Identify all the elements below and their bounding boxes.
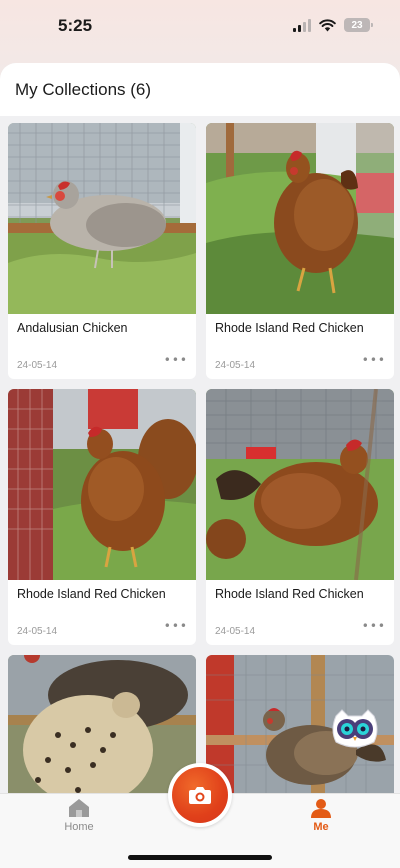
chicken-photo (206, 389, 394, 580)
more-options-button[interactable]: ••• (164, 619, 188, 633)
collection-card[interactable]: Rhode Island Red Chicken 24-05-14 ••• (206, 389, 394, 645)
collection-item-name: Rhode Island Red Chicken (215, 587, 364, 601)
user-icon (311, 799, 331, 818)
chicken-photo (8, 123, 196, 314)
collection-item-date: 24-05-14 (17, 626, 58, 637)
home-icon (69, 799, 89, 817)
status-time: 5:25 (58, 16, 93, 35)
collection-card[interactable]: Rhode Island Red Chicken 24-05-14 ••• (8, 389, 196, 645)
camera-icon (189, 787, 211, 804)
collection-item-date: 24-05-14 (215, 360, 256, 371)
owl-mascot-icon[interactable] (330, 708, 380, 750)
wifi-icon (319, 18, 336, 31)
more-options-button[interactable]: ••• (362, 619, 386, 633)
cellular-signal-icon (293, 18, 311, 32)
collection-item-name: Rhode Island Red Chicken (215, 321, 364, 335)
collection-grid: Andalusian Chicken 24-05-14 ••• Rhode Is… (8, 123, 394, 867)
chicken-photo (8, 389, 196, 580)
status-bar: 5:25 23 (0, 0, 400, 54)
camera-button[interactable] (168, 763, 232, 827)
collection-item-name: Andalusian Chicken (17, 321, 128, 335)
collection-item-date: 24-05-14 (17, 360, 58, 371)
camera-button-inner (172, 767, 228, 823)
tab-home[interactable]: Home (49, 798, 109, 833)
tab-home-label: Home (64, 821, 94, 833)
more-options-button[interactable]: ••• (164, 353, 188, 367)
collection-card[interactable]: Andalusian Chicken 24-05-14 ••• (8, 123, 196, 379)
more-options-button[interactable]: ••• (362, 353, 386, 367)
page-title: My Collections (6) (15, 79, 152, 99)
battery-level: 23 (351, 19, 363, 31)
tab-me-label: Me (313, 821, 329, 833)
home-indicator (128, 855, 272, 860)
collection-card[interactable]: Rhode Island Red Chicken 24-05-14 ••• (206, 123, 394, 379)
collection-item-name: Rhode Island Red Chicken (17, 587, 166, 601)
chicken-photo (206, 123, 394, 314)
collection-item-date: 24-05-14 (215, 626, 256, 637)
tab-me[interactable]: Me (291, 798, 351, 833)
battery-icon: 23 (344, 18, 373, 32)
status-icons: 23 (293, 18, 373, 32)
collections-header: My Collections (6) (0, 63, 400, 116)
